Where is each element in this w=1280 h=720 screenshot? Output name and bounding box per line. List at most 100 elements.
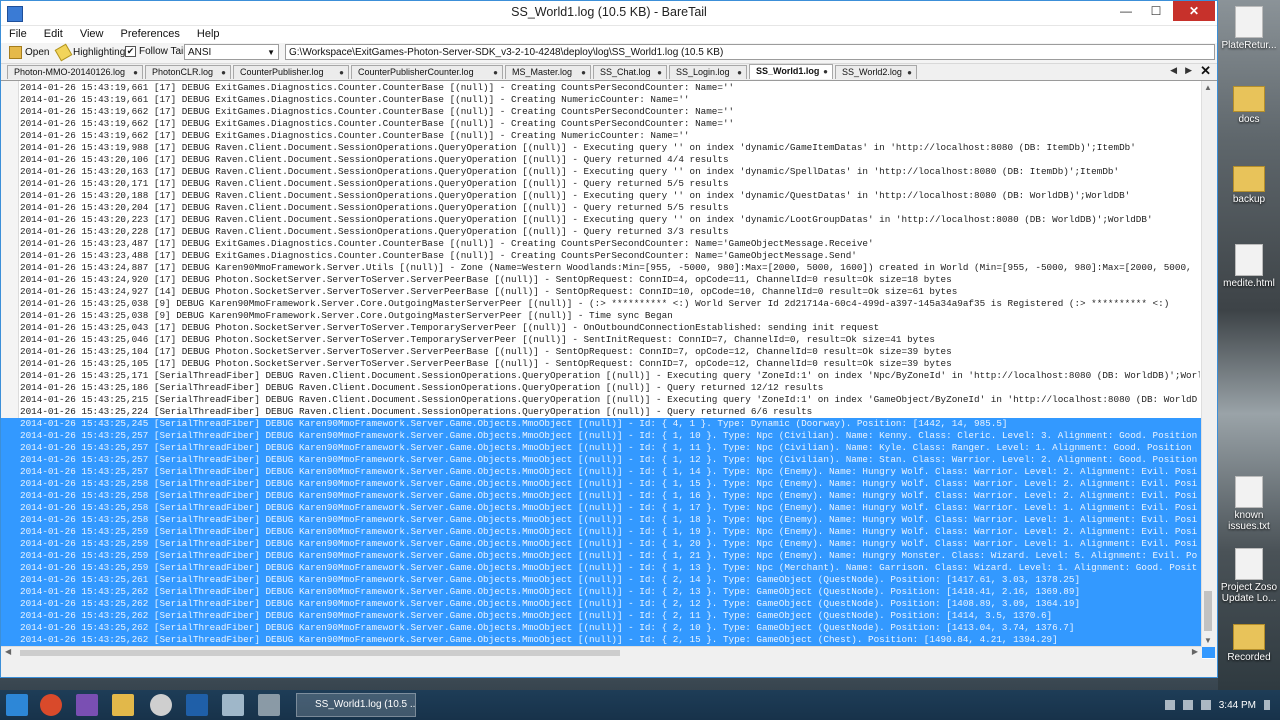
log-line[interactable]: 2014-01-26 15:43:23,487 [17] DEBUG ExitG… — [20, 238, 1200, 250]
tab-counterpublishercounter[interactable]: CounterPublisherCounter.log ● — [351, 65, 503, 79]
menu-view[interactable]: View — [78, 26, 106, 42]
log-line[interactable]: 2014-01-26 15:43:25,046 [17] DEBUG Photo… — [20, 334, 1200, 346]
log-line[interactable]: 2014-01-26 15:43:25,262 [SerialThreadFib… — [1, 598, 1215, 610]
log-line[interactable]: 2014-01-26 15:43:25,105 [17] DEBUG Photo… — [20, 358, 1200, 370]
start-button[interactable] — [6, 694, 28, 716]
scroll-right-icon[interactable]: ▶ — [1192, 647, 1198, 656]
log-line[interactable]: 2014-01-26 15:43:25,258 [SerialThreadFib… — [1, 514, 1215, 526]
log-line[interactable]: 2014-01-26 15:43:25,038 [9] DEBUG Karen9… — [20, 298, 1200, 310]
log-line[interactable]: 2014-01-26 15:43:25,257 [SerialThreadFib… — [1, 442, 1215, 454]
desktop-icon-docs[interactable]: docs — [1220, 86, 1278, 125]
log-line[interactable]: 2014-01-26 15:43:20,171 [17] DEBUG Raven… — [20, 178, 1200, 190]
log-line[interactable]: 2014-01-26 15:43:19,662 [17] DEBUG ExitG… — [20, 118, 1200, 130]
tab-close-icon[interactable]: ● — [823, 65, 828, 78]
follow-tail-checkbox[interactable]: ✔ — [125, 46, 136, 57]
photon-control-icon[interactable] — [258, 694, 280, 716]
log-line[interactable]: 2014-01-26 15:43:25,261 [SerialThreadFib… — [1, 574, 1215, 586]
unity-icon[interactable] — [150, 694, 172, 716]
log-line[interactable]: 2014-01-26 15:43:24,920 [17] DEBUG Photo… — [20, 274, 1200, 286]
log-line[interactable]: 2014-01-26 15:43:25,257 [SerialThreadFib… — [1, 430, 1215, 442]
tray-network-icon[interactable] — [1182, 700, 1193, 710]
log-line[interactable]: 2014-01-26 15:43:25,038 [9] DEBUG Karen9… — [20, 310, 1200, 322]
vertical-scrollbar[interactable]: ▲ ▼ — [1201, 81, 1215, 647]
log-line[interactable]: 2014-01-26 15:43:25,259 [SerialThreadFib… — [1, 526, 1215, 538]
tab-photonclr[interactable]: PhotonCLR.log ● — [145, 65, 231, 79]
desktop-icon-platereturn[interactable]: PlateRetur... — [1220, 6, 1278, 51]
log-line[interactable]: 2014-01-26 15:43:25,262 [SerialThreadFib… — [1, 634, 1215, 646]
tab-ss-world1[interactable]: SS_World1.log ● — [749, 64, 833, 79]
browser-icon[interactable] — [40, 694, 62, 716]
close-button[interactable]: ✕ — [1173, 1, 1215, 21]
log-line[interactable]: 2014-01-26 15:43:19,661 [17] DEBUG ExitG… — [20, 82, 1200, 94]
log-line[interactable]: 2014-01-26 15:43:20,106 [17] DEBUG Raven… — [20, 154, 1200, 166]
log-line[interactable]: 2014-01-26 15:43:20,223 [17] DEBUG Raven… — [20, 214, 1200, 226]
tab-close-icon[interactable]: ● — [221, 66, 226, 79]
vertical-scroll-thumb[interactable] — [1204, 591, 1212, 631]
log-line[interactable]: 2014-01-26 15:43:25,262 [SerialThreadFib… — [1, 622, 1215, 634]
log-line[interactable]: 2014-01-26 15:43:25,186 [SerialThreadFib… — [20, 382, 1200, 394]
tab-ss-world2[interactable]: SS_World2.log ● — [835, 65, 917, 79]
desktop-icon-project-zoso[interactable]: Project Zoso Update Lo... — [1220, 548, 1278, 604]
tab-counterpublisher[interactable]: CounterPublisher.log ● — [233, 65, 349, 79]
log-line[interactable]: 2014-01-26 15:43:25,258 [SerialThreadFib… — [1, 478, 1215, 490]
tray-volume-icon[interactable] — [1200, 700, 1211, 710]
encoding-select[interactable]: ANSI ▼ — [184, 44, 279, 60]
log-line[interactable]: 2014-01-26 15:43:19,661 [17] DEBUG ExitG… — [20, 94, 1200, 106]
visual-studio-icon[interactable] — [76, 694, 98, 716]
log-line[interactable]: 2014-01-26 15:43:25,258 [SerialThreadFib… — [1, 502, 1215, 514]
desktop-icon-medite[interactable]: medite.html — [1220, 244, 1278, 289]
file-explorer-icon[interactable] — [112, 694, 134, 716]
title-bar[interactable]: SS_World1.log (10.5 KB) - BareTail — ☐ ✕ — [1, 1, 1217, 26]
file-path-field[interactable]: G:\Workspace\ExitGames-Photon-Server-SDK… — [285, 44, 1215, 60]
log-line[interactable]: 2014-01-26 15:43:25,104 [17] DEBUG Photo… — [20, 346, 1200, 358]
log-line[interactable]: 2014-01-26 15:43:19,988 [17] DEBUG Raven… — [20, 142, 1200, 154]
desktop-icon-backup[interactable]: backup — [1220, 166, 1278, 205]
maximize-button[interactable]: ☐ — [1141, 1, 1171, 21]
tab-close-icon[interactable]: ● — [581, 66, 586, 79]
clock[interactable]: 3:44 PM — [1219, 700, 1256, 711]
close-tab-icon[interactable]: ✕ — [1200, 63, 1211, 79]
log-line[interactable]: 2014-01-26 15:43:20,204 [17] DEBUG Raven… — [20, 202, 1200, 214]
log-line[interactable]: 2014-01-26 15:43:25,262 [SerialThreadFib… — [1, 586, 1215, 598]
minimize-button[interactable]: — — [1111, 1, 1141, 21]
log-line[interactable]: 2014-01-26 15:43:25,258 [SerialThreadFib… — [1, 490, 1215, 502]
tab-ss-chat[interactable]: SS_Chat.log ● — [593, 65, 667, 79]
desktop-icon-recorded[interactable]: Recorded — [1220, 624, 1278, 663]
log-line[interactable]: 2014-01-26 15:43:25,257 [SerialThreadFib… — [1, 454, 1215, 466]
desktop-icon-known-issues[interactable]: known issues.txt — [1220, 476, 1278, 532]
tab-close-icon[interactable]: ● — [133, 66, 138, 79]
highlighting-button[interactable]: Highlighting — [54, 43, 125, 62]
log-line[interactable]: 2014-01-26 15:43:19,662 [17] DEBUG ExitG… — [20, 106, 1200, 118]
scroll-up-icon[interactable]: ▲ — [1204, 83, 1212, 92]
tab-scroll-right-icon[interactable]: ▶ — [1185, 65, 1192, 76]
task-baretail[interactable]: SS_World1.log (10.5 ... — [296, 693, 416, 717]
log-lines[interactable]: 2014-01-26 15:43:19,661 [17] DEBUG ExitG… — [1, 82, 1215, 658]
tab-close-icon[interactable]: ● — [657, 66, 662, 79]
log-line[interactable]: 2014-01-26 15:43:24,887 [17] DEBUG Karen… — [20, 262, 1200, 274]
log-line[interactable]: 2014-01-26 15:43:25,259 [SerialThreadFib… — [1, 538, 1215, 550]
log-line[interactable]: 2014-01-26 15:43:20,228 [17] DEBUG Raven… — [20, 226, 1200, 238]
menu-file[interactable]: File — [7, 26, 29, 42]
menu-preferences[interactable]: Preferences — [119, 26, 182, 42]
tab-photon-mmo[interactable]: Photon-MMO-20140126.log ● — [7, 65, 143, 79]
notepad-icon[interactable] — [222, 694, 244, 716]
tab-close-icon[interactable]: ● — [907, 66, 912, 79]
tab-ss-login[interactable]: SS_Login.log ● — [669, 65, 747, 79]
scroll-down-icon[interactable]: ▼ — [1204, 636, 1212, 645]
horizontal-scrollbar[interactable]: ◀ ▶ — [1, 646, 1202, 659]
log-line[interactable]: 2014-01-26 15:43:25,171 [SerialThreadFib… — [20, 370, 1200, 382]
log-line[interactable]: 2014-01-26 15:43:25,224 [SerialThreadFib… — [20, 406, 1200, 418]
open-button[interactable]: Open — [9, 46, 49, 59]
log-line[interactable]: 2014-01-26 15:43:25,257 [SerialThreadFib… — [1, 466, 1215, 478]
tab-close-icon[interactable]: ● — [737, 66, 742, 79]
powershell-icon[interactable] — [186, 694, 208, 716]
scroll-left-icon[interactable]: ◀ — [5, 647, 11, 656]
log-line[interactable]: 2014-01-26 15:43:20,188 [17] DEBUG Raven… — [20, 190, 1200, 202]
tray-arrow-icon[interactable] — [1164, 700, 1175, 710]
log-line[interactable]: 2014-01-26 15:43:25,259 [SerialThreadFib… — [1, 562, 1215, 574]
log-line[interactable]: 2014-01-26 15:43:25,215 [SerialThreadFib… — [20, 394, 1200, 406]
log-line[interactable]: 2014-01-26 15:43:25,262 [SerialThreadFib… — [1, 610, 1215, 622]
log-viewer[interactable]: 2014-01-26 15:43:19,661 [17] DEBUG ExitG… — [1, 81, 1215, 659]
log-line[interactable]: 2014-01-26 15:43:25,245 [SerialThreadFib… — [1, 418, 1215, 430]
log-line[interactable]: 2014-01-26 15:43:23,488 [17] DEBUG ExitG… — [20, 250, 1200, 262]
